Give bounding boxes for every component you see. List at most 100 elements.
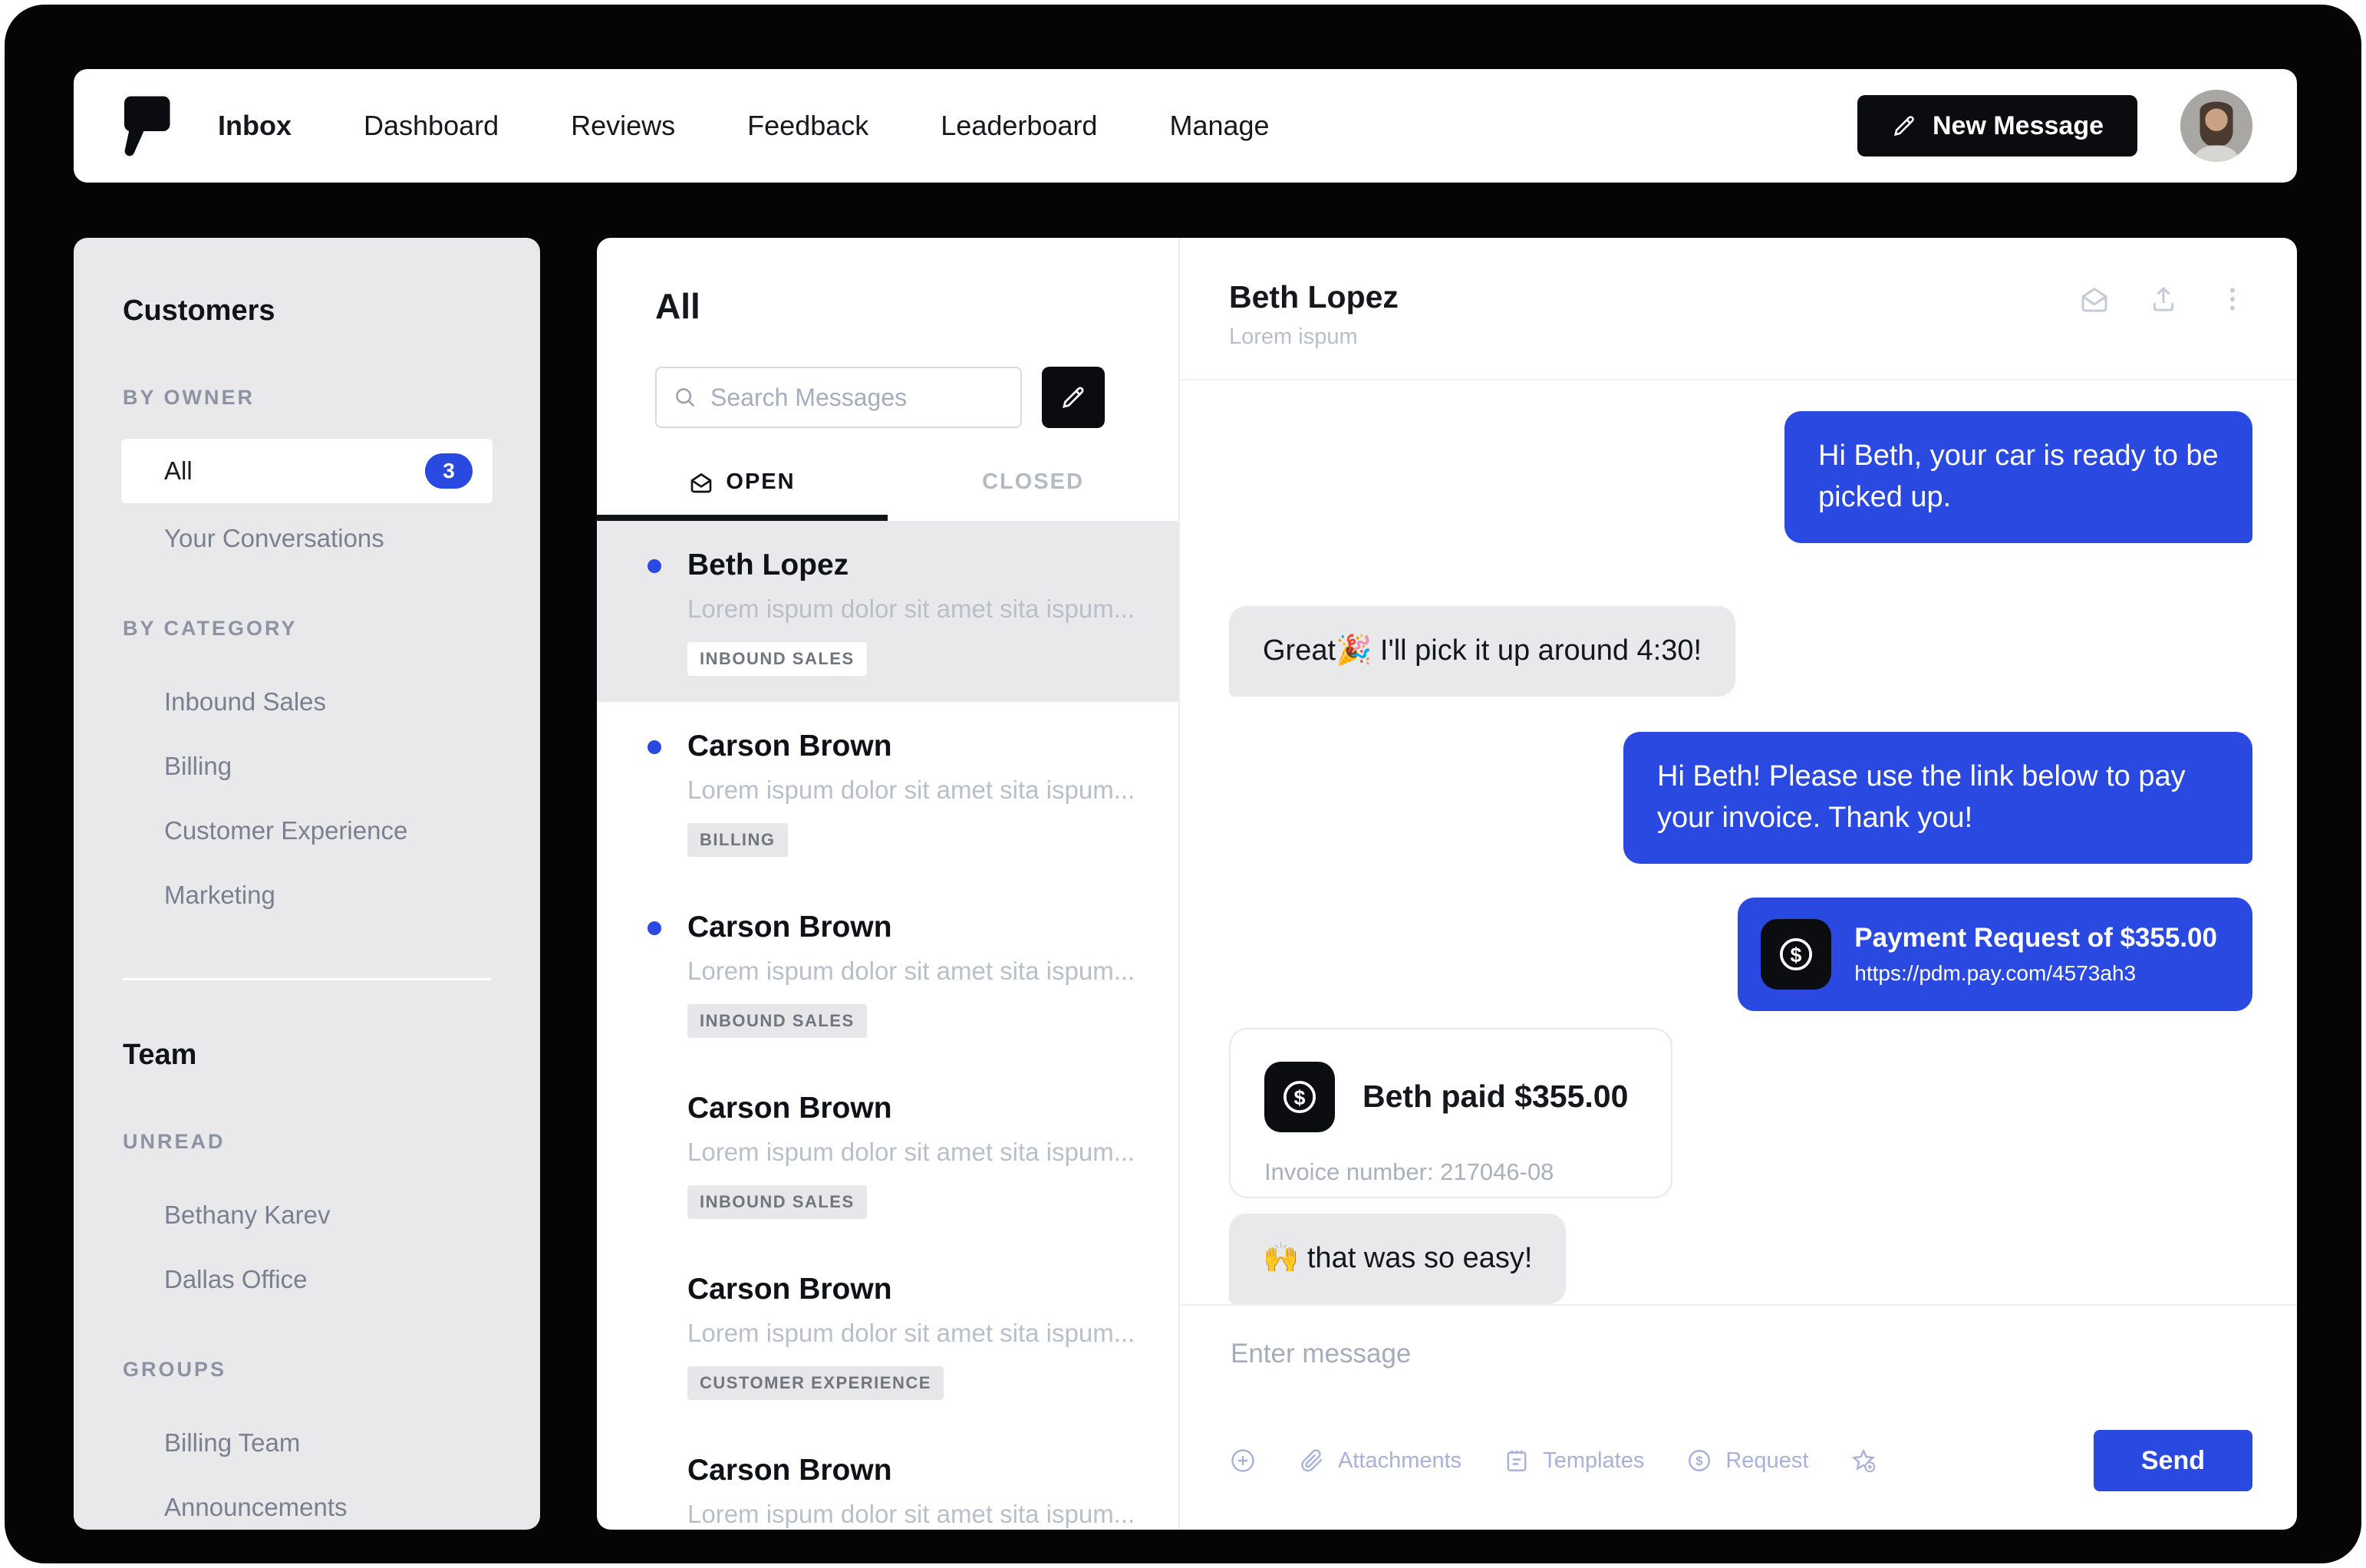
conversation-preview: Lorem ispum dolor sit amet sita ispum... — [687, 957, 1135, 985]
pencil-icon — [1893, 116, 1914, 137]
conversation-preview: Lorem ispum dolor sit amet sita ispum... — [687, 1500, 1135, 1528]
message-bubble-sent: Hi Beth! Please use the link below to pa… — [1623, 731, 2252, 864]
sidebar-section-by-owner: BY OWNER All 3 Your Conversations — [121, 386, 493, 571]
plus-circle-icon — [1231, 1449, 1254, 1472]
star-plus-icon — [1852, 1448, 1876, 1473]
message-bubble-received: 🙌 that was so easy! — [1229, 1214, 1567, 1304]
payment-request-link[interactable]: https://pdm.pay.com/4573ah3 — [1854, 961, 2217, 986]
payment-request-title: Payment Request of $355.00 — [1854, 922, 2217, 953]
search-input[interactable] — [709, 382, 1003, 413]
sidebar-item-announcements[interactable]: Announcements — [121, 1475, 493, 1530]
upload-icon[interactable] — [2148, 284, 2179, 315]
send-button[interactable]: Send — [2093, 1430, 2252, 1491]
nav-item-manage[interactable]: Manage — [1169, 110, 1269, 142]
search-row — [655, 367, 1105, 428]
sidebar-section-by-category: BY CATEGORY Inbound Sales Billing Custom… — [121, 617, 493, 927]
kebab-menu-icon[interactable] — [2217, 284, 2248, 315]
avatar[interactable] — [2180, 90, 2252, 162]
conversation-item-carson-brown[interactable]: Carson Brown Lorem ispum dolor sit amet … — [597, 1245, 1178, 1426]
sidebar-item-bethany-karev[interactable]: Bethany Karev — [121, 1183, 493, 1247]
unread-count-badge: 3 — [425, 453, 473, 489]
dollar-circle-icon: $ — [1689, 1450, 1711, 1471]
nav-item-inbox[interactable]: Inbox — [218, 110, 292, 142]
sidebar-item-label: Bethany Karev — [164, 1201, 331, 1229]
attachments-button[interactable]: Attachments — [1298, 1447, 1461, 1474]
search-box — [655, 367, 1022, 428]
request-button[interactable]: $ Request — [1686, 1447, 1808, 1474]
new-message-label: New Message — [1933, 110, 2104, 140]
chat-header: Beth Lopez Lorem ispum — [1180, 238, 2297, 380]
sidebar-divider — [123, 978, 491, 980]
tab-closed-label: CLOSED — [982, 469, 1084, 494]
conversation-preview: Lorem ispum dolor sit amet sita ispum... — [687, 776, 1135, 804]
paperclip-icon — [1301, 1449, 1323, 1472]
conversation-tag: INBOUND SALES — [687, 642, 867, 676]
open-envelope-icon[interactable] — [2079, 284, 2110, 315]
conversation-item-beth-lopez[interactable]: Beth Lopez Lorem ispum dolor sit amet si… — [597, 521, 1178, 702]
conversation-tag: INBOUND SALES — [687, 1004, 867, 1038]
section-label-by-owner: BY OWNER — [123, 386, 255, 409]
sidebar-item-billing-team[interactable]: Billing Team — [121, 1411, 493, 1475]
payment-receipt-card: $ Beth paid $355.00 Invoice number: 2170… — [1229, 1027, 1672, 1199]
payment-request-card[interactable]: $ Payment Request of $355.00 https://pdm… — [1738, 897, 2252, 1011]
conversation-name: Beth Lopez — [687, 548, 849, 581]
invoice-number: Invoice number: 217046-08 — [1264, 1158, 1554, 1185]
nav-menu: Inbox Dashboard Reviews Feedback Leaderb… — [218, 110, 1270, 142]
svg-text:$: $ — [1696, 1454, 1703, 1468]
sidebar-item-label: Marketing — [164, 881, 275, 909]
app-frame: Inbox Dashboard Reviews Feedback Leaderb… — [5, 5, 2361, 1563]
compose-button[interactable] — [1042, 367, 1105, 428]
podium-logo-icon[interactable] — [118, 94, 173, 158]
message-input[interactable] — [1229, 1338, 2256, 1370]
main-panel: All OPEN CLOSED — [597, 238, 2297, 1530]
message-bubble-sent: Hi Beth, your car is ready to be picked … — [1784, 411, 2252, 543]
conversation-name: Carson Brown — [687, 1454, 892, 1487]
nav-item-feedback[interactable]: Feedback — [747, 110, 868, 142]
conversation-tag: CUSTOMER EXPERIENCE — [687, 1366, 944, 1400]
team-title: Team — [123, 1039, 197, 1071]
message-thread: Hi Beth, your car is ready to be picked … — [1180, 380, 2297, 1304]
payment-request-texts: Payment Request of $355.00 https://pdm.p… — [1854, 923, 2217, 986]
sidebar-item-marketing[interactable]: Marketing — [121, 863, 493, 927]
sidebar-title: Customers — [123, 295, 275, 327]
conversation-item-carson-brown[interactable]: Carson Brown Lorem ispum dolor sit amet … — [597, 702, 1178, 883]
unread-dot — [648, 559, 661, 573]
sidebar-item-label: Inbound Sales — [164, 687, 327, 716]
conversation-item-carson-brown[interactable]: Carson Brown Lorem ispum dolor sit amet … — [597, 883, 1178, 1064]
sidebar-item-your-conversations[interactable]: Your Conversations — [121, 506, 493, 571]
templates-label: Templates — [1543, 1448, 1645, 1473]
chat-contact-subtitle: Lorem ispum — [1229, 324, 1358, 349]
sidebar-item-dallas-office[interactable]: Dallas Office — [121, 1247, 493, 1312]
sidebar-item-customer-experience[interactable]: Customer Experience — [121, 799, 493, 863]
nav-item-dashboard[interactable]: Dashboard — [364, 110, 499, 142]
tab-closed[interactable]: CLOSED — [888, 469, 1178, 521]
conversation-item-carson-brown[interactable]: Carson Brown Lorem ispum dolor sit amet … — [597, 1426, 1178, 1530]
request-label: Request — [1725, 1448, 1809, 1473]
section-label-by-category: BY CATEGORY — [123, 617, 298, 640]
pencil-icon — [1063, 387, 1084, 408]
attachments-label: Attachments — [1338, 1448, 1462, 1473]
tab-open[interactable]: OPEN — [597, 469, 888, 521]
templates-button[interactable]: Templates — [1503, 1447, 1644, 1474]
list-title: All — [655, 286, 700, 326]
sidebar-item-inbound-sales[interactable]: Inbound Sales — [121, 670, 493, 734]
sidebar-item-label: Billing Team — [164, 1428, 301, 1457]
sidebar-item-label: Your Conversations — [164, 524, 384, 552]
nav-item-leaderboard[interactable]: Leaderboard — [941, 110, 1097, 142]
sidebar-item-all[interactable]: All 3 — [121, 439, 493, 503]
saved-replies-button[interactable] — [1850, 1447, 1877, 1474]
top-nav: Inbox Dashboard Reviews Feedback Leaderb… — [74, 69, 2297, 183]
sidebar-item-label: Customer Experience — [164, 816, 408, 845]
sidebar-item-label: All — [164, 456, 193, 485]
sidebar-item-billing[interactable]: Billing — [121, 734, 493, 799]
new-message-button[interactable]: New Message — [1857, 95, 2137, 156]
conversation-name: Carson Brown — [687, 1273, 892, 1306]
section-label-unread: UNREAD — [123, 1130, 226, 1153]
nav-item-reviews[interactable]: Reviews — [571, 110, 675, 142]
conversation-item-carson-brown[interactable]: Carson Brown Lorem ispum dolor sit amet … — [597, 1064, 1178, 1245]
add-button[interactable] — [1229, 1447, 1257, 1474]
sidebar-section-groups: GROUPS Billing Team Announcements — [121, 1358, 493, 1530]
conversation-name: Carson Brown — [687, 1092, 892, 1125]
list-header: All — [597, 238, 1178, 428]
dollar-circle-icon: $ — [1761, 918, 1832, 990]
